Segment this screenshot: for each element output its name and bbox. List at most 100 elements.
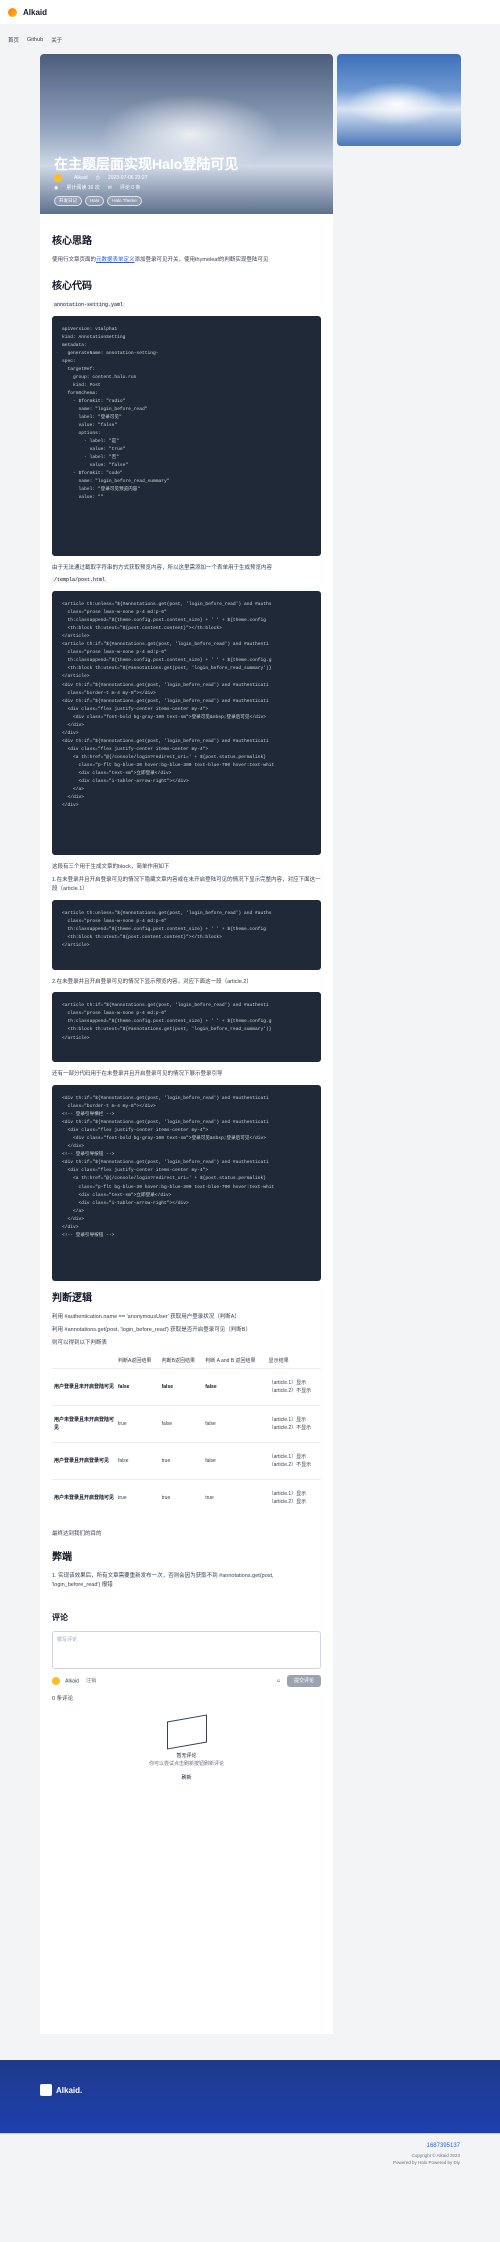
user-avatar [52, 1676, 60, 1685]
comment-icon: ✉ [107, 184, 112, 191]
site-logo-icon[interactable] [8, 7, 17, 17]
code-block: apiVersion: v1alpha1 kind: AnnotationSet… [52, 315, 321, 556]
post-meta: Alkaid ◷ 2023-07-06 23:27 [54, 174, 147, 182]
eye-icon: ◉ [54, 184, 59, 191]
post-date: 2023-07-06 23:27 [108, 175, 148, 181]
table-cell: 用户未登录且开启登陆可见 [52, 1478, 116, 1516]
table-header: 判断B返回结果 [161, 1357, 195, 1364]
paragraph: 最终达到我们的目的 [52, 1530, 102, 1537]
post-views: 累计阅读 16 次 [66, 185, 100, 191]
table-cell: true [159, 1441, 204, 1480]
table-header-row: 判断A返回结果 判断B返回结果 判断 A and B 返回结果 显示结果 [52, 1354, 321, 1369]
author-avatar [54, 174, 62, 182]
table-cell: 用户未登录且未开启登陆可见 [52, 1404, 116, 1443]
paragraph: 利用 #authentication.name == 'anonymousUse… [52, 1314, 240, 1321]
nav-item-github[interactable]: Github [27, 37, 43, 43]
footer-brand-text[interactable]: Alkaid. [56, 2086, 82, 2095]
table-row: 用户登录且未开启登陆可见 false false false （article.… [52, 1367, 321, 1406]
heading-cons: 弊端 [52, 1552, 72, 1564]
paragraph: 2.在未登录并且开启登录可见的情况下显示预览内容，对应下面这一段（article… [52, 978, 252, 985]
code-block: <article th:if="${#annotations.get(post,… [52, 992, 321, 1063]
heading-logic: 判断逻辑 [52, 1293, 92, 1305]
post-title: 在主题层面实现Halo登陆可见 [54, 156, 239, 172]
tag-item[interactable]: 开发日记 [54, 196, 82, 206]
table-header: 显示结果 [268, 1357, 289, 1364]
table-cell: false [203, 1367, 267, 1406]
post-cover: 在主题层面实现Halo登陆可见 Alkaid ◷ 2023-07-06 23:2… [40, 54, 333, 214]
file-name: /templa/post.html [52, 577, 108, 584]
paragraph: 则可以得到以下判断表 [52, 1339, 108, 1346]
table-header: 判断 A and B 返回结果 [205, 1357, 256, 1364]
table-cell: true [116, 1404, 160, 1443]
paragraph: 这段有三个用于生成文章的block，简单作用如下 [52, 864, 170, 871]
tag-item[interactable]: Halo [85, 196, 105, 206]
paragraph: 1. 实现该效果后，所有文章需要重新发布一次，否则会因为获取不到 #annota… [52, 1573, 274, 1589]
code-block: <article th:unless="${#annotations.get(p… [52, 899, 321, 970]
empty-title: 暂无评论 [176, 1752, 197, 1759]
table-cell: true [116, 1478, 160, 1516]
sidebar-image-card [337, 54, 461, 146]
code-block: <article th:unless="${#annotations.get(p… [52, 591, 321, 856]
empty-comments: 暂无评论 你可以尝试点击刷新按钮刷新评论 刷新 [52, 1714, 321, 1782]
post-content: 核心思路 使用行文章页面的元数据表单定义添加登录可见开关，使用thymeleaf… [40, 214, 333, 2034]
site-brand[interactable]: Alkaid [23, 8, 47, 17]
paragraph: 利用 #annotations.get(post, 'login_before_… [52, 1326, 251, 1333]
post-comments: 评论 0 条 [119, 185, 141, 191]
idea-text: 使用行文章页面的 [52, 257, 97, 263]
powered-by: Powered by Halo Powered by Diy [392, 2159, 460, 2165]
code-block: <div th:if="${#annotations.get(post, 'lo… [52, 1085, 321, 1282]
table-cell: false [159, 1404, 204, 1443]
comment-input[interactable]: 撰写评论 [52, 1630, 321, 1669]
icp-link[interactable]: 1687395137 [290, 2142, 460, 2152]
metadata-form-link[interactable]: 元数据表单定义 [96, 257, 135, 263]
paragraph: 还有一部分代码用于在未登录并且开启登录可见的情况下展示登录引导 [52, 1071, 223, 1078]
emoji-icon[interactable]: ☺ [276, 1677, 281, 1685]
table-row: 用户未登录且开启登陆可见 true true true （article.1）显… [52, 1478, 321, 1516]
submit-comment-button[interactable]: 提交评论 [286, 1674, 321, 1687]
footer-brand: Alkaid. [40, 2084, 82, 2096]
comments-title: 评论 [52, 1612, 68, 1622]
logout-link[interactable]: 注销 [86, 1678, 96, 1684]
heading-code: 核心代码 [52, 280, 92, 292]
table-cell: （article.1）显示 （article.2）显示 [266, 1478, 321, 1516]
comment-actions: Alkaid 注销 ☺ 提交评论 [52, 1674, 321, 1687]
table-cell: （article.1）显示 （article.2）不显示 [266, 1367, 321, 1406]
nav-item-home[interactable]: 首页 [8, 36, 19, 44]
nav-item-about[interactable]: 关于 [51, 36, 62, 44]
table-cell: （article.1）显示 （article.2）不显示 [266, 1441, 321, 1480]
table-cell: false [159, 1367, 204, 1406]
heading-idea: 核心思路 [52, 236, 92, 247]
top-header: Alkaid [0, 0, 500, 24]
post-author[interactable]: Alkaid [74, 175, 88, 181]
table-cell: （article.1）显示 （article.2）不显示 [266, 1404, 321, 1443]
idea-text-rest: 添加登录可见开关，使用thymeleaf的判断实现登陆可见 [134, 257, 269, 263]
table-row: 用户登录且开启登录可见 false true false （article.1）… [52, 1441, 321, 1480]
logic-table: 判断A返回结果 判断B返回结果 判断 A and B 返回结果 显示结果 用户登… [52, 1354, 321, 1516]
paragraph: 由于无法通过截取字符串的方式获取预览内容，所以这里需添加一个表单用于生成预览内容 [52, 564, 273, 571]
idea-paragraph: 使用行文章页面的元数据表单定义添加登录可见开关，使用thymeleaf的判断实现… [52, 256, 321, 265]
table-cell: false [116, 1441, 160, 1480]
table-cell: false [203, 1404, 267, 1443]
footer-logo-icon [40, 2084, 52, 2096]
tag-item[interactable]: Halo Theme [107, 196, 142, 206]
table-cell: false [116, 1367, 160, 1406]
refresh-button[interactable]: 刷新 [52, 1774, 321, 1782]
post-tags: 开发日记 Halo Halo Theme [54, 196, 142, 206]
table-row: 用户未登录且未开启登陆可见 true false false （article.… [52, 1404, 321, 1443]
table-cell: true [159, 1478, 204, 1516]
table-cell: false [203, 1441, 267, 1480]
submit-group: ☺ 提交评论 [276, 1674, 321, 1687]
table-cell: true [203, 1478, 267, 1516]
empty-desc: 你可以尝试点击刷新按钮刷新评论 [148, 1760, 224, 1767]
comment-user: Alkaid 注销 [52, 1676, 96, 1685]
table-header: 判断A返回结果 [118, 1357, 152, 1364]
post-stats: ◉ 累计阅读 16 次 ✉ 评论 0 条 [54, 184, 141, 192]
file-name: annotation-setting.yaml [52, 301, 126, 308]
table-cell: 用户登录且开启登录可见 [52, 1441, 116, 1480]
table-cell: 用户登录且未开启登陆可见 [52, 1367, 116, 1406]
copyright: Copyright © Alkaid 2023 [411, 2152, 460, 2158]
calendar-icon: ◷ [95, 175, 100, 181]
empty-box-icon [166, 1714, 207, 1750]
table-header [52, 1354, 116, 1369]
sidebar-cloud [347, 82, 447, 126]
